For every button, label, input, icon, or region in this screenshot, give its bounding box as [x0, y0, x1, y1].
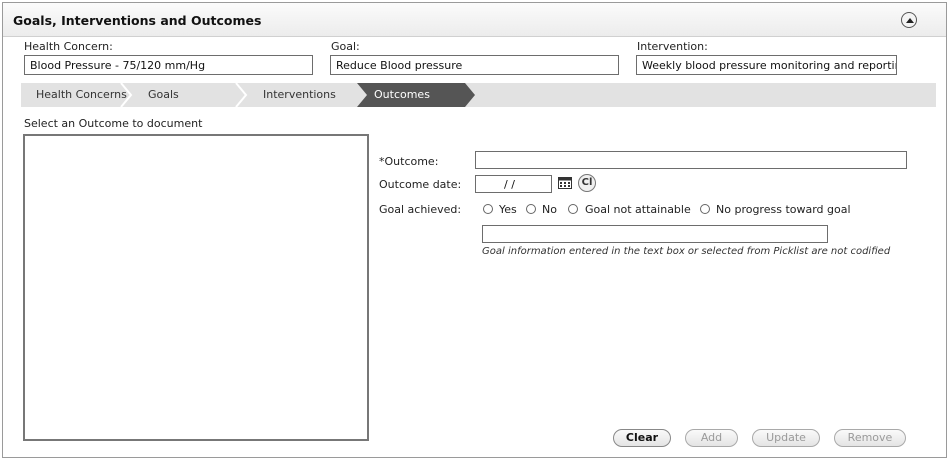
add-button[interactable]: Add — [685, 429, 738, 447]
tab-interventions[interactable]: Interventions — [246, 83, 356, 107]
goal-label: Goal: — [331, 40, 360, 53]
tab-label: Health Concerns — [36, 88, 127, 101]
outcome-label: *Outcome: — [379, 155, 439, 168]
calendar-icon[interactable] — [558, 176, 572, 189]
tab-label: Goals — [148, 88, 179, 101]
outcome-input[interactable] — [475, 151, 907, 169]
tab-goals[interactable]: Goals — [131, 83, 236, 107]
goal-info-input[interactable] — [482, 225, 828, 243]
collapse-button[interactable] — [901, 12, 917, 28]
health-concern-label: Health Concern: — [24, 40, 113, 53]
goal-field[interactable]: Reduce Blood pressure — [330, 55, 619, 75]
outcome-date-label: Outcome date: — [379, 178, 462, 191]
clear-date-button[interactable]: Cl — [578, 174, 596, 192]
intervention-label: Intervention: — [637, 40, 708, 53]
chevron-up-icon — [906, 18, 914, 23]
goal-achieved-label: Goal achieved: — [379, 203, 462, 216]
tab-label: Interventions — [263, 88, 336, 101]
outcome-date-input[interactable]: / / — [475, 175, 552, 193]
tab-label: Outcomes — [374, 88, 430, 101]
clear-button[interactable]: Clear — [613, 429, 671, 447]
health-concern-field[interactable]: Blood Pressure - 75/120 mm/Hg — [24, 55, 313, 75]
update-button[interactable]: Update — [752, 429, 820, 447]
remove-button[interactable]: Remove — [834, 429, 906, 447]
radio-goal-not-attainable-label: Goal not attainable — [585, 203, 691, 216]
intervention-field[interactable]: Weekly blood pressure monitoring and rep… — [636, 55, 897, 75]
outcome-list[interactable] — [23, 134, 369, 441]
tab-outcomes[interactable]: Outcomes — [357, 83, 477, 107]
tab-health-concerns[interactable]: Health Concerns — [21, 83, 127, 107]
outcome-list-caption: Select an Outcome to document — [24, 117, 203, 130]
radio-goal-not-attainable[interactable] — [568, 204, 578, 214]
radio-no-progress[interactable] — [700, 204, 710, 214]
panel-header: Goals, Interventions and Outcomes — [3, 3, 946, 37]
radio-yes-label: Yes — [499, 203, 517, 216]
radio-no-progress-label: No progress toward goal — [716, 203, 851, 216]
radio-no-label: No — [542, 203, 557, 216]
radio-yes[interactable] — [483, 204, 493, 214]
workflow-tabs: Health Concerns Goals Interventions Outc… — [21, 83, 936, 107]
radio-no[interactable] — [526, 204, 536, 214]
goal-info-hint: Goal information entered in the text box… — [482, 246, 891, 257]
panel-title: Goals, Interventions and Outcomes — [13, 13, 262, 28]
